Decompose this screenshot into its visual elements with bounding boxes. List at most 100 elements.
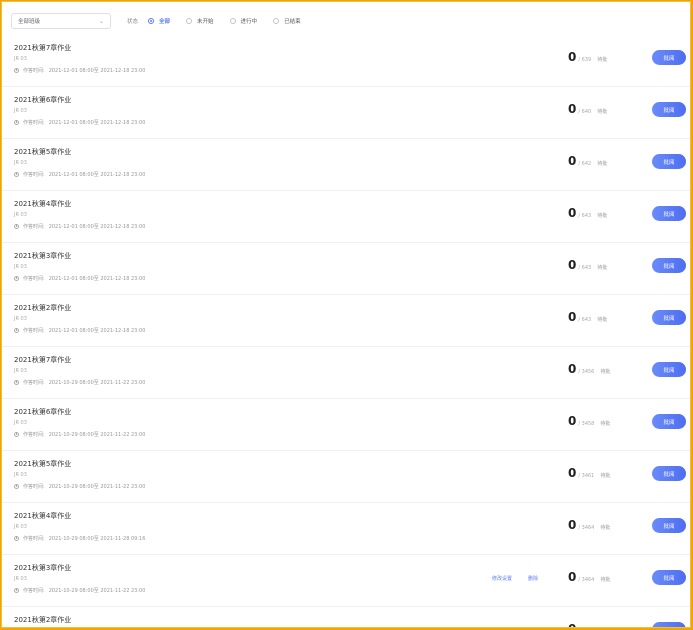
clock-icon [14, 484, 19, 489]
assignment-time: 作答时间: 2021-10-29 08:00至 2021-11-22 23:00 [14, 379, 145, 386]
total-count: / 3464 [578, 525, 595, 531]
assignment-title: 2021秋第6章作业 [14, 408, 72, 416]
submission-count: 0 / 3464 待批 [568, 518, 636, 532]
assignment-class: JR 03 [14, 420, 27, 426]
grade-button[interactable]: 批阅 [652, 518, 686, 533]
assignment-row: 2021秋第4章作业 JR 03 作答时间: 2021-10-29 08:00至… [2, 503, 690, 555]
time-label: 作答时间: [23, 276, 45, 282]
submission-count: 0 / 639 待批 [568, 50, 636, 64]
total-count: / 642 [578, 161, 592, 167]
assignment-title: 2021秋第4章作业 [14, 512, 72, 520]
delete-link[interactable]: 删除 [528, 575, 538, 582]
pending-count: 0 [568, 310, 577, 324]
grade-button[interactable]: 批阅 [652, 362, 686, 377]
pending-count: 0 [568, 518, 577, 532]
grade-button[interactable]: 批阅 [652, 310, 686, 325]
assignment-list: 2021秋第7章作业 JR 03 作答时间: 2021-12-01 08:00至… [2, 35, 690, 627]
total-count: / 640 [578, 109, 592, 115]
edit-settings-link[interactable]: 修改设置 [492, 575, 512, 582]
grade-button[interactable]: 批阅 [652, 622, 686, 627]
time-label: 作答时间: [23, 120, 45, 126]
assignment-class: JR 03 [14, 472, 27, 478]
grade-button[interactable]: 批阅 [652, 570, 686, 585]
assignment-class: JR 03 [14, 264, 27, 270]
assignment-class: JR 03 [14, 212, 27, 218]
chevron-down-icon: ⌄ [98, 17, 104, 25]
time-label: 作答时间: [23, 588, 45, 594]
pending-label: 待批 [597, 109, 608, 115]
grade-button[interactable]: 批阅 [652, 50, 686, 65]
submission-count: 0 / 640 待批 [568, 102, 636, 116]
pending-label: 待批 [597, 265, 608, 271]
grade-button[interactable]: 批阅 [652, 466, 686, 481]
assignment-time: 作答时间: 2021-10-29 08:00至 2021-11-28 09:16 [14, 535, 145, 542]
assignment-row: 2021秋第3章作业 JR 03 作答时间: 2021-12-01 08:00至… [2, 243, 690, 295]
assignment-time: 作答时间: 2021-10-29 08:00至 2021-11-22 23:00 [14, 483, 145, 490]
assignment-row: 2021秋第5章作业 JR 03 作答时间: 2021-10-29 08:00至… [2, 451, 690, 503]
assignment-row: 2021秋第4章作业 JR 03 作答时间: 2021-12-01 08:00至… [2, 191, 690, 243]
submission-count: 0 / 643 待批 [568, 206, 636, 220]
submission-count: 0 / 3456 待批 [568, 362, 636, 376]
time-label: 作答时间: [23, 484, 45, 490]
assignment-class: JR 03 [14, 524, 27, 530]
submission-count: 0 / 643 待批 [568, 258, 636, 272]
assignment-title: 2021秋第5章作业 [14, 148, 72, 156]
grade-button[interactable]: 批阅 [652, 414, 686, 429]
pending-label: 待批 [597, 317, 608, 323]
status-filter-label: 状态 [127, 19, 139, 25]
total-count: / 3464 [578, 577, 595, 583]
class-select-value: 全部班级 [18, 19, 41, 25]
assignment-class: JR 03 [14, 316, 27, 322]
pending-label: 待批 [600, 525, 611, 531]
total-count: / 3461 [578, 473, 595, 479]
clock-icon [14, 380, 19, 385]
time-range: 2021-10-29 08:00至 2021-11-28 09:16 [48, 536, 146, 542]
pending-count: 0 [568, 154, 577, 168]
assignment-class: JR 03 [14, 576, 27, 582]
submission-count: 0 / 3464 待批 [568, 570, 636, 584]
total-count: / 3456 [578, 369, 595, 375]
time-label: 作答时间: [23, 536, 45, 542]
status-option-ended[interactable]: 已结束 [273, 17, 301, 25]
total-count: / 643 [578, 317, 592, 323]
radio-icon [273, 18, 280, 24]
time-range: 2021-12-01 08:00至 2021-12-18 23:00 [48, 276, 146, 282]
assignment-row: 2021秋第2章作业 JR 03 0 / 3475 待批 批阅 [2, 607, 690, 627]
total-count: / 643 [578, 213, 592, 219]
assignment-time: 作答时间: 2021-12-01 08:00至 2021-12-18 23:00 [14, 327, 145, 334]
assignment-class: JR 03 [14, 56, 27, 62]
clock-icon [14, 68, 19, 73]
assignment-page: 全部班级 ⌄ 状态 全部 未开始 进行中 已结束 2021秋第7章作业 JR 0… [1, 1, 691, 628]
assignment-class: JR 03 [14, 108, 27, 114]
pending-count: 0 [568, 102, 577, 116]
time-label: 作答时间: [23, 380, 45, 386]
class-select[interactable]: 全部班级 ⌄ [11, 13, 111, 29]
assignment-title: 2021秋第2章作业 [14, 616, 72, 624]
status-option-in-progress[interactable]: 进行中 [229, 17, 257, 25]
submission-count: 0 / 642 待批 [568, 154, 636, 168]
status-option-not-started[interactable]: 未开始 [186, 17, 214, 25]
assignment-row: 2021秋第2章作业 JR 03 作答时间: 2021-12-01 08:00至… [2, 295, 690, 347]
pending-label: 待批 [600, 577, 611, 583]
assignment-title: 2021秋第7章作业 [14, 44, 72, 52]
time-range: 2021-10-29 08:00至 2021-11-22 23:00 [48, 380, 146, 386]
submission-count: 0 / 3458 待批 [568, 414, 636, 428]
assignment-title: 2021秋第6章作业 [14, 96, 72, 104]
time-range: 2021-12-01 08:00至 2021-12-18 23:00 [48, 224, 146, 230]
pending-count: 0 [568, 50, 577, 64]
status-option-all[interactable]: 全部 [148, 17, 170, 25]
pending-count: 0 [568, 622, 576, 627]
grade-button[interactable]: 批阅 [652, 258, 686, 273]
time-label: 作答时间: [23, 224, 45, 230]
radio-checked-icon [148, 18, 155, 24]
grade-button[interactable]: 批阅 [652, 206, 686, 221]
submission-count: 0 / 3475 待批 [568, 622, 636, 627]
assignment-row: 2021秋第7章作业 JR 03 作答时间: 2021-12-01 08:00至… [2, 35, 690, 87]
total-count: / 639 [578, 57, 592, 63]
assignment-row: 2021秋第5章作业 JR 03 作答时间: 2021-12-01 08:00至… [2, 139, 690, 191]
time-range: 2021-10-29 08:00至 2021-11-22 23:00 [48, 484, 146, 490]
grade-button[interactable]: 批阅 [652, 154, 686, 169]
pending-count: 0 [568, 362, 577, 376]
grade-button[interactable]: 批阅 [652, 102, 686, 117]
pending-count: 0 [568, 206, 577, 220]
